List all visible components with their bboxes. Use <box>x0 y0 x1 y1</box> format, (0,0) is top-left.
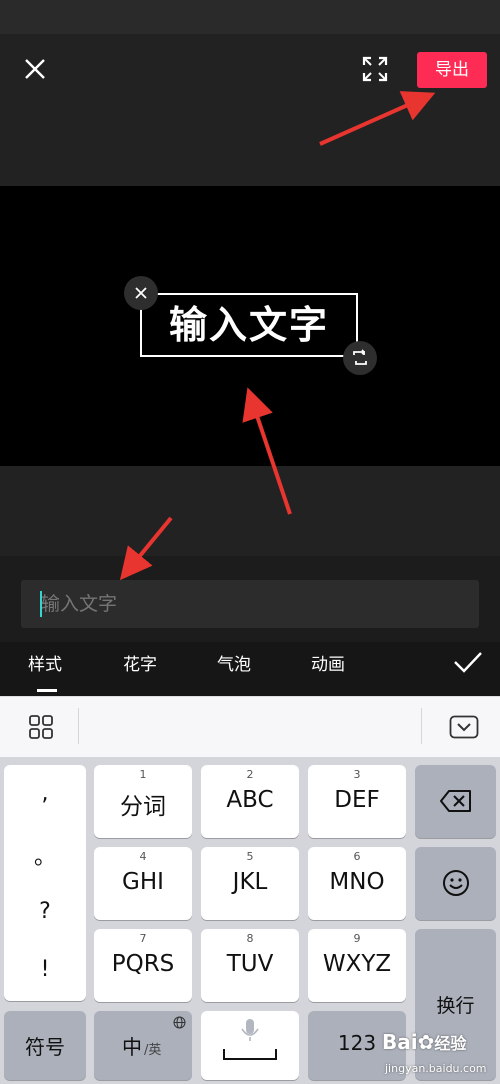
annotation-arrows <box>119 91 436 581</box>
watermark-url: jingyan.baidu.com <box>385 1062 487 1075</box>
watermark-brand2: 经验 <box>434 1034 467 1053</box>
watermark-brand: Bai <box>382 1030 418 1054</box>
arrow-to-input <box>119 516 173 581</box>
arrow-to-text-overlay <box>242 387 292 515</box>
paw-icon: ✿ <box>417 1030 435 1054</box>
watermark-logo: Bai✿经验 <box>382 1030 466 1054</box>
arrow-to-export <box>319 91 436 146</box>
